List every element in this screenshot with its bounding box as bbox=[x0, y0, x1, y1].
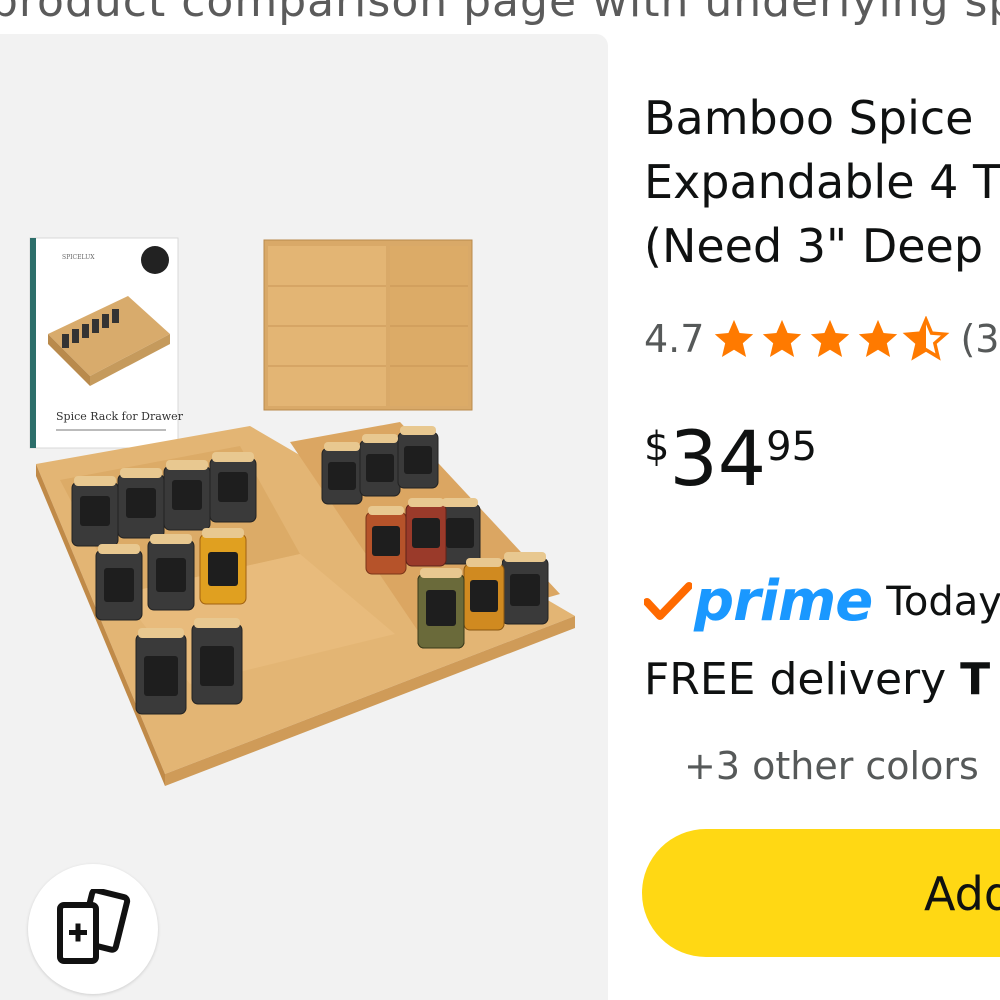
title-line-2: Expandable 4 T bbox=[644, 155, 1000, 209]
add-to-cart-label: Add bbox=[924, 867, 1000, 921]
rating-value: 4.7 bbox=[644, 317, 705, 361]
product-info-panel: Bamboo Spice Expandable 4 T (Need 3" Dee… bbox=[608, 34, 1000, 1000]
price-whole: 34 bbox=[669, 414, 767, 503]
product-box: SPICELUX Spice Rack for Drawer bbox=[29, 237, 184, 449]
delivery-info: FREE delivery T bbox=[644, 654, 990, 705]
price-symbol: $ bbox=[644, 424, 670, 470]
product-title[interactable]: Bamboo Spice Expandable 4 T (Need 3" Dee… bbox=[644, 86, 1000, 278]
other-colors-link[interactable]: +3 other colors bbox=[684, 744, 979, 788]
prime-check-icon bbox=[644, 581, 692, 620]
compare-button[interactable] bbox=[28, 864, 158, 994]
prime-today: Today bbox=[886, 578, 1000, 625]
prime-logo: prime bbox=[694, 569, 873, 634]
title-line-1: Bamboo Spice bbox=[644, 91, 974, 145]
top-strip-text: product comparison page with underlying … bbox=[0, 0, 1000, 27]
box-label: Spice Rack for Drawer bbox=[56, 410, 184, 423]
prime-row: prime Today bbox=[644, 569, 1000, 634]
star-icon bbox=[763, 319, 802, 358]
price-fraction: 95 bbox=[766, 424, 818, 470]
box-brand: SPICELUX bbox=[62, 254, 95, 261]
star-icon bbox=[715, 319, 754, 358]
title-line-3: (Need 3" Deep bbox=[644, 219, 984, 273]
star-icon bbox=[811, 319, 850, 358]
half-star-icon bbox=[903, 316, 950, 361]
star-icon bbox=[859, 319, 898, 358]
folded-rack bbox=[263, 239, 473, 411]
product-image: SPICELUX Spice Rack for Drawer bbox=[29, 237, 575, 786]
price: $ 34 95 bbox=[644, 414, 817, 504]
rating-row[interactable]: 4.7 (3 bbox=[644, 314, 999, 364]
add-to-cart-button[interactable]: Add bbox=[642, 829, 1000, 957]
compare-cards-icon bbox=[57, 889, 131, 964]
rating-count[interactable]: (3 bbox=[960, 317, 999, 361]
star-rating bbox=[710, 316, 950, 362]
top-strip: product comparison page with underlying … bbox=[0, 0, 1000, 34]
delivery-date: T bbox=[960, 654, 991, 705]
product-image-panel[interactable]: SPICELUX Spice Rack for Drawer bbox=[0, 34, 608, 1000]
delivery-prefix: FREE delivery bbox=[644, 654, 961, 705]
